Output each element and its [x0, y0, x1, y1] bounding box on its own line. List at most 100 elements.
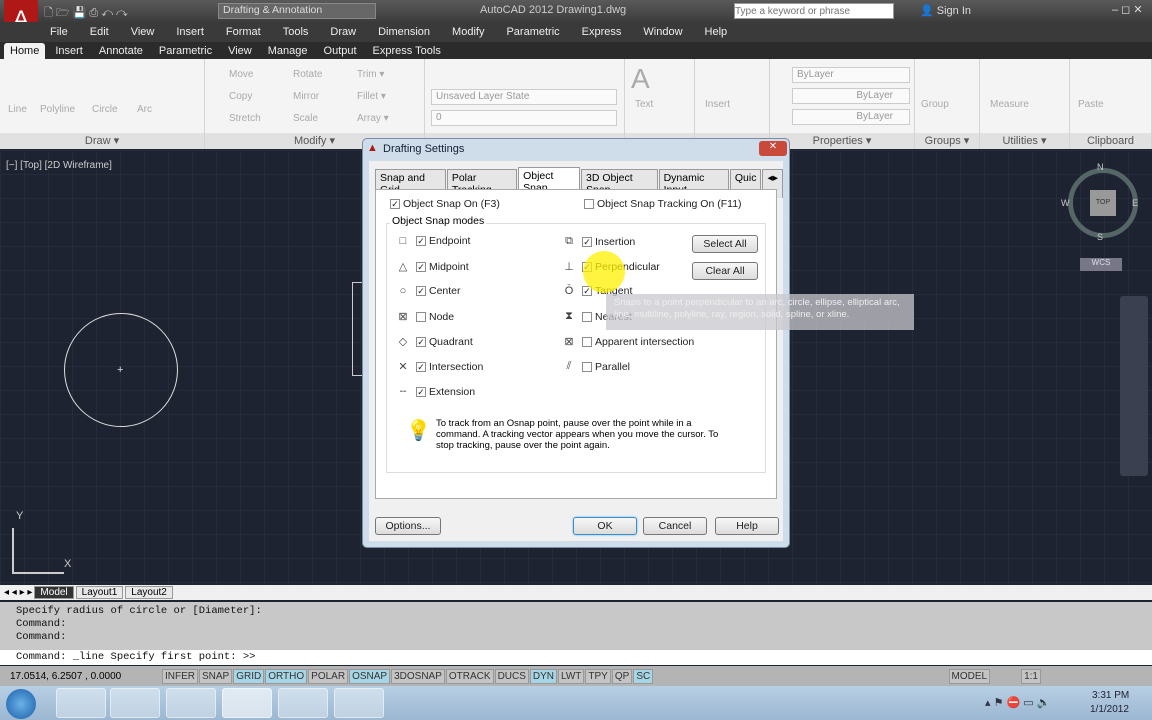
menu-parametric[interactable]: Parametric	[506, 26, 559, 38]
trim-button[interactable]: Trim ▾	[357, 69, 384, 80]
coordinates-readout[interactable]: 17.0514, 6.2507 , 0.0000	[0, 671, 162, 682]
osnap-mode-intersection[interactable]: ✕ ✓ Intersection	[396, 360, 483, 374]
toggle-snap[interactable]: SNAP	[199, 668, 233, 684]
checkbox[interactable]: ✓	[416, 361, 426, 372]
tab-layout1[interactable]: Layout1	[75, 586, 124, 599]
tab-output[interactable]: Output	[318, 43, 363, 59]
layout-nav-arrows[interactable]: ◂ ◂ ▸ ▸	[4, 587, 32, 598]
circle-button[interactable]: Circle	[92, 104, 118, 115]
color-dropdown[interactable]: ByLayer	[792, 67, 910, 83]
menu-window[interactable]: Window	[643, 26, 682, 38]
menu-format[interactable]: Format	[226, 26, 261, 38]
options-button[interactable]: Options...	[375, 517, 441, 535]
checkbox[interactable]	[582, 311, 592, 322]
tab-manage[interactable]: Manage	[262, 43, 314, 59]
paste-button[interactable]: Paste	[1078, 99, 1104, 110]
tab-annotate[interactable]: Annotate	[93, 43, 149, 59]
menu-express[interactable]: Express	[582, 26, 622, 38]
rotate-button[interactable]: Rotate	[293, 69, 322, 80]
fillet-button[interactable]: Fillet ▾	[357, 91, 386, 102]
scale-button[interactable]: Scale	[293, 113, 318, 124]
toggle-tpy[interactable]: TPY	[585, 668, 611, 684]
viewport-controls[interactable]: [−] [Top] [2D Wireframe]	[6, 160, 112, 171]
layer-state-dropdown[interactable]: Unsaved Layer State	[431, 89, 617, 105]
toggle-osnap[interactable]: OSNAP	[349, 668, 391, 684]
copy-button[interactable]: Copy	[229, 91, 252, 102]
utilities-panel-label[interactable]: Utilities ▾	[980, 133, 1069, 149]
select-all-button[interactable]: Select All	[692, 235, 758, 253]
text-button[interactable]: Text	[635, 99, 653, 110]
checkbox[interactable]: ✓	[582, 236, 592, 247]
tab-express-tools[interactable]: Express Tools	[367, 43, 447, 59]
toggle-otrack[interactable]: OTRACK	[445, 668, 494, 684]
osnap-mode-midpoint[interactable]: △ ✓ Midpoint	[396, 260, 469, 274]
group-button[interactable]: Group	[921, 99, 949, 110]
properties-panel-label[interactable]: Properties ▾	[770, 133, 914, 149]
tab-parametric[interactable]: Parametric	[153, 43, 218, 59]
osnap-mode-center[interactable]: ○ ✓ Center	[396, 285, 461, 297]
line-button[interactable]: Line	[8, 104, 27, 115]
quick-access-toolbar[interactable]: 🗋 🗁 💾 ⎙ ↶ ↷	[44, 4, 128, 23]
checkbox[interactable]	[582, 361, 592, 372]
menu-help[interactable]: Help	[705, 26, 728, 38]
otrack-on-checkbox[interactable]: Object Snap Tracking On (F11)	[584, 198, 742, 210]
help-button[interactable]: Help	[715, 517, 779, 535]
explorer-taskbar-icon[interactable]	[56, 688, 106, 718]
lineweight-dropdown[interactable]: ByLayer	[792, 109, 910, 125]
osnap-mode-endpoint[interactable]: □ ✓ Endpoint	[396, 235, 471, 247]
tab-layout2[interactable]: Layout2	[125, 586, 173, 599]
toggle-infer[interactable]: INFER	[162, 668, 198, 684]
layer-dropdown[interactable]: 0	[431, 110, 617, 126]
tab-insert[interactable]: Insert	[49, 43, 89, 59]
window-controls[interactable]: – ◻ ✕	[1112, 3, 1143, 16]
clear-all-button[interactable]: Clear All	[692, 262, 758, 280]
measure-button[interactable]: Measure	[990, 99, 1029, 110]
osnap-mode-apparent-intersection[interactable]: ⊠ Apparent intersection	[562, 335, 694, 349]
menu-edit[interactable]: Edit	[90, 26, 109, 38]
osnap-mode-insertion[interactable]: ⧉ ✓ Insertion	[562, 235, 635, 248]
autocad-taskbar-icon[interactable]	[222, 688, 272, 718]
checkbox[interactable]: ✓	[416, 286, 426, 296]
osnap-on-checkbox[interactable]: ✓ Object Snap On (F3)	[390, 198, 500, 210]
checkbox[interactable]	[582, 336, 592, 347]
mirror-button[interactable]: Mirror	[293, 91, 319, 102]
model-space-button[interactable]: MODEL	[948, 668, 991, 684]
tab-model[interactable]: Model	[34, 586, 74, 599]
menu-draw[interactable]: Draw	[330, 26, 356, 38]
move-button[interactable]: Move	[229, 69, 253, 80]
checkbox[interactable]: ✓	[416, 336, 426, 347]
polyline-button[interactable]: Polyline	[40, 104, 75, 115]
sign-in-button[interactable]: 👤 Sign In	[920, 4, 971, 17]
groups-panel-label[interactable]: Groups ▾	[915, 133, 979, 149]
toggle-dyn[interactable]: DYN	[529, 668, 558, 684]
stretch-button[interactable]: Stretch	[229, 113, 261, 124]
menu-view[interactable]: View	[131, 26, 155, 38]
ok-button[interactable]: OK	[573, 517, 637, 535]
osnap-mode-parallel[interactable]: ⫽ Parallel	[562, 360, 630, 373]
system-tray-icons[interactable]: ▴ ⚑ ⛔ ▭ 🔈	[985, 696, 1050, 709]
toggle-grid[interactable]: GRID	[233, 668, 265, 684]
toggle-qp[interactable]: QP	[611, 668, 633, 684]
wcs-menu[interactable]: WCS	[1080, 258, 1122, 271]
toggle-ducs[interactable]: DUCS	[494, 668, 529, 684]
menu-dimension[interactable]: Dimension	[378, 26, 430, 38]
firefox-taskbar-icon[interactable]	[166, 688, 216, 718]
tab-home[interactable]: Home	[4, 43, 46, 59]
toggle-ortho[interactable]: ORTHO	[265, 668, 308, 684]
clock-time[interactable]: 3:31 PM	[1092, 690, 1129, 701]
toggle-polar[interactable]: POLAR	[308, 668, 349, 684]
checkbox[interactable]	[416, 311, 426, 322]
cancel-button[interactable]: Cancel	[643, 517, 707, 535]
menu-insert[interactable]: Insert	[176, 26, 204, 38]
help-search-input[interactable]	[734, 3, 894, 19]
annotation-scale[interactable]: 1:1	[1021, 668, 1041, 684]
checkbox[interactable]	[584, 199, 594, 209]
toggle-3dosnap[interactable]: 3DOSNAP	[391, 668, 445, 684]
clock-date[interactable]: 1/1/2012	[1090, 704, 1129, 715]
viewcube-top-face[interactable]: TOP	[1090, 190, 1116, 216]
arc-button[interactable]: Arc	[137, 104, 152, 115]
menu-file[interactable]: File	[50, 26, 68, 38]
navigation-bar[interactable]	[1120, 296, 1148, 476]
osnap-mode-node[interactable]: ⊠ Node	[396, 310, 454, 324]
start-button[interactable]	[6, 689, 36, 719]
